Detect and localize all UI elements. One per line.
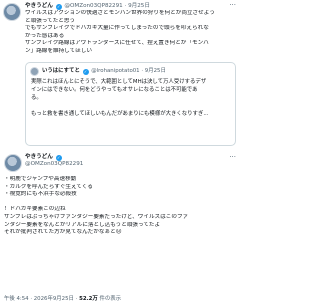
post-text-line: ・ガルクを呼んだらすぐ生えてくる [4, 183, 93, 190]
post: やきうどん ✓ @OMZon03QP82291 · 9月25日 ··· ワイルズ… [0, 0, 240, 150]
post-meta: 午後 4:54 · 2026年9月25日 · 52.2万 件の表示 [4, 296, 121, 303]
quoted-post[interactable]: いうはにすてと ✓ @lrohanipotato01 · 9月25日 実際これは… [25, 62, 236, 146]
quoted-author-name[interactable]: いうはにすてと [42, 68, 80, 74]
post-text-line: ・視覚的にも不浜手な必殺技 [4, 191, 77, 198]
post-text-line: と頑張ってたと思う [25, 17, 76, 24]
separator-dot: · [124, 3, 127, 9]
author-handle[interactable]: @OMZon03QP82291 [64, 3, 122, 9]
post-header: やきうどん ✓ @OMZon03QP82291 · 9月25日 [25, 3, 150, 10]
post-text-line: サンブレイク路線はアウトランダーズに任せて、捏え置き何とか「モンハ [25, 40, 209, 47]
post-text-line: ワイルズはアクションの快適さとモンハン世界の狩りを何とか両立させよう [25, 10, 215, 16]
author-handle[interactable]: @OMZon03QP82291 [25, 161, 83, 167]
avatar[interactable] [4, 154, 22, 172]
quoted-post-header: いうはにすてと ✓ @lrohanipotato01 · 9月25日 [42, 67, 166, 75]
more-options-icon[interactable]: ··· [229, 2, 236, 9]
quoted-text-line: インにはできない。何をどうやってもオサレになることは不可能であ [31, 87, 198, 93]
quoted-post-body: 実際これはほんとにそうで、大範囲としてMHは決して万人受けするデザ インにはでき… [31, 78, 233, 118]
post-header: やきうどん ✓ @OMZon03QP82291 [25, 154, 83, 168]
post-text-line: それが批判されてた方が見てなんだかなぁと😐 [4, 229, 122, 236]
verified-badge-icon: ✓ [82, 69, 89, 75]
post-text-line: でもサンブレイクでドハガキ大量に作ってしまったので頭らを叩えられな [25, 25, 209, 32]
quoted-text-line: 実際これはほんとにそうで、大範囲としてMHは決して万人受けするデザ [31, 79, 207, 85]
post: やきうどん ✓ @OMZon03QP82291 ··· ・明鹿でジャンプや高速移… [0, 150, 240, 307]
post-body: ・明鹿でジャンプや高速移動 ・ガルクを呼んだらすぐ生えてくる ・視覚的にも不浜手… [4, 176, 236, 237]
views-label: 件の表示 [99, 296, 122, 302]
quoted-text-line: もっと救を書き通してほしいもんだがあまりにも模様が大きくなりすぎ... [31, 110, 209, 117]
post-text-line: ン」路線を維持してほしい [25, 47, 92, 54]
more-options-icon[interactable]: ··· [229, 154, 236, 161]
quoted-text-line: る。 [31, 95, 42, 101]
quoted-post-date[interactable]: 9月25日 [145, 68, 166, 74]
quoted-avatar[interactable] [30, 67, 39, 76]
author-name[interactable]: やきうどん [25, 154, 53, 160]
post-text-line: かった感はある [25, 32, 65, 39]
post-text-line: サンブレはぶっちゃけファンタジー要素だったけど、ワイルズはこのファ [4, 213, 189, 220]
post-text-line: ンタジー要素をなんとかリアルに落とし込もうと頑張ってたよ [4, 221, 161, 228]
avatar[interactable] [3, 3, 21, 21]
author-name[interactable]: やきうどん [25, 3, 53, 9]
post-text-line: ！ドハガキ要素この辺ね [4, 206, 66, 213]
post-body: ワイルズはアクションの快適さとモンハン世界の狩りを何とか両立させよう と頑張って… [25, 10, 237, 56]
views-count: 52.2万 [79, 296, 98, 302]
post-date[interactable]: 9月25日 [128, 3, 150, 9]
post-timestamp[interactable]: 午後 4:54 · 2026年9月25日 [4, 296, 74, 302]
separator-dot: · [141, 68, 144, 74]
post-text-line: ・明鹿でジャンプや高速移動 [4, 176, 77, 182]
quoted-author-handle[interactable]: @lrohanipotato01 [91, 68, 139, 74]
